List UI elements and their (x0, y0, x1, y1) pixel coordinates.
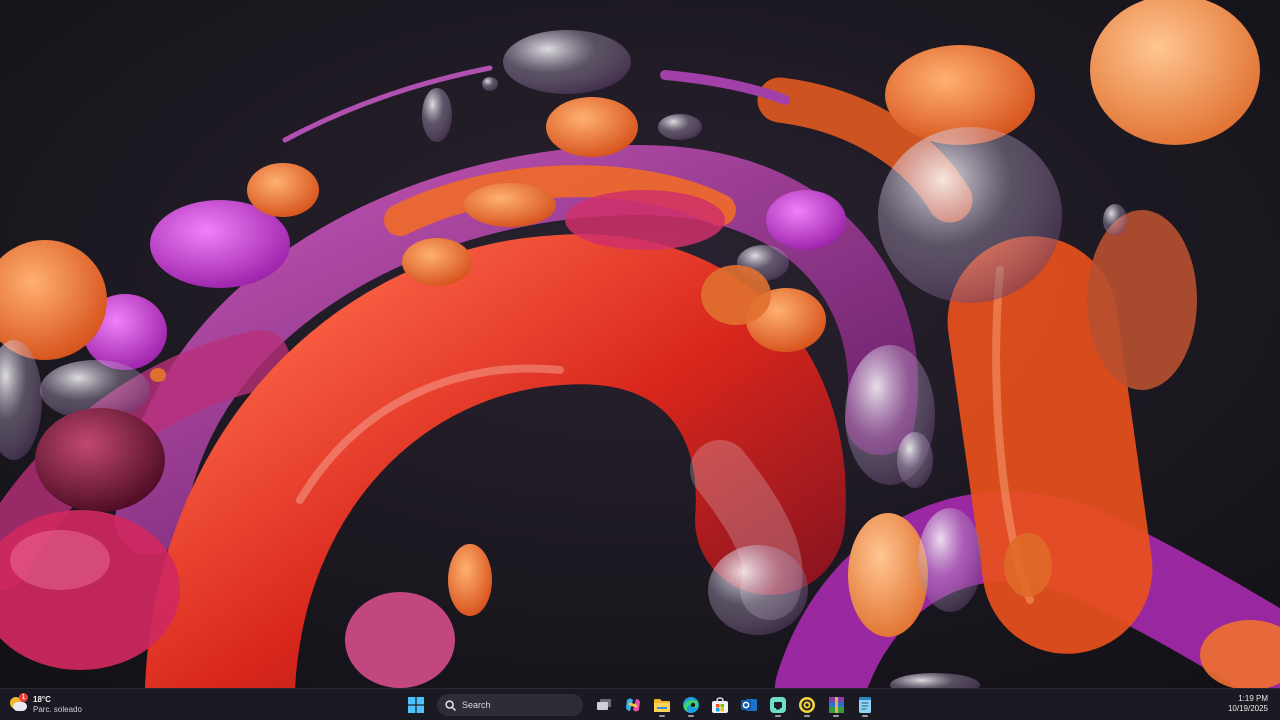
search-icon (445, 699, 456, 711)
notepad-button[interactable] (853, 693, 877, 717)
task-view-button[interactable] (592, 693, 616, 717)
edge-button[interactable] (679, 693, 703, 717)
taskbar-center: Search (404, 692, 877, 718)
system-clock[interactable]: 1:19 PM 10/19/2025 (1228, 694, 1268, 714)
remote-desktop-button[interactable] (766, 693, 790, 717)
folder-icon (654, 698, 670, 712)
outlook-icon (741, 699, 757, 711)
winrar-button[interactable] (824, 693, 848, 717)
winrar-icon (828, 697, 844, 713)
task-view-icon (597, 699, 611, 710)
partly-sunny-icon: 1 (8, 693, 28, 715)
taskbar: 1 18°C Parc. soleado Search 1:19 PM 10/1… (0, 688, 1280, 720)
store-icon (712, 696, 728, 713)
file-explorer-button[interactable] (650, 693, 674, 717)
outlook-button[interactable] (737, 693, 761, 717)
wallpaper-art (0, 0, 1280, 688)
copilot-app-button[interactable] (795, 693, 819, 717)
edge-icon (683, 697, 699, 713)
copilot-button[interactable] (621, 693, 645, 717)
start-button[interactable] (404, 693, 428, 717)
copilot-app-icon (799, 697, 815, 713)
clock-date: 10/19/2025 (1227, 704, 1268, 713)
desktop-wallpaper (0, 0, 1280, 688)
clock-time: 1:19 PM (1238, 694, 1268, 703)
store-button[interactable] (708, 693, 732, 717)
weather-widget[interactable]: 1 18°C Parc. soleado (8, 692, 82, 718)
weather-temperature: 18°C (33, 695, 51, 704)
weather-badge: 1 (19, 693, 28, 702)
weather-condition: Parc. soleado (33, 705, 82, 714)
search-box[interactable]: Search (437, 694, 583, 716)
copilot-icon (626, 698, 640, 712)
windows-logo-icon (408, 697, 424, 713)
notepad-icon (859, 697, 871, 713)
search-placeholder: Search (462, 700, 491, 710)
remote-desktop-icon (770, 697, 786, 713)
